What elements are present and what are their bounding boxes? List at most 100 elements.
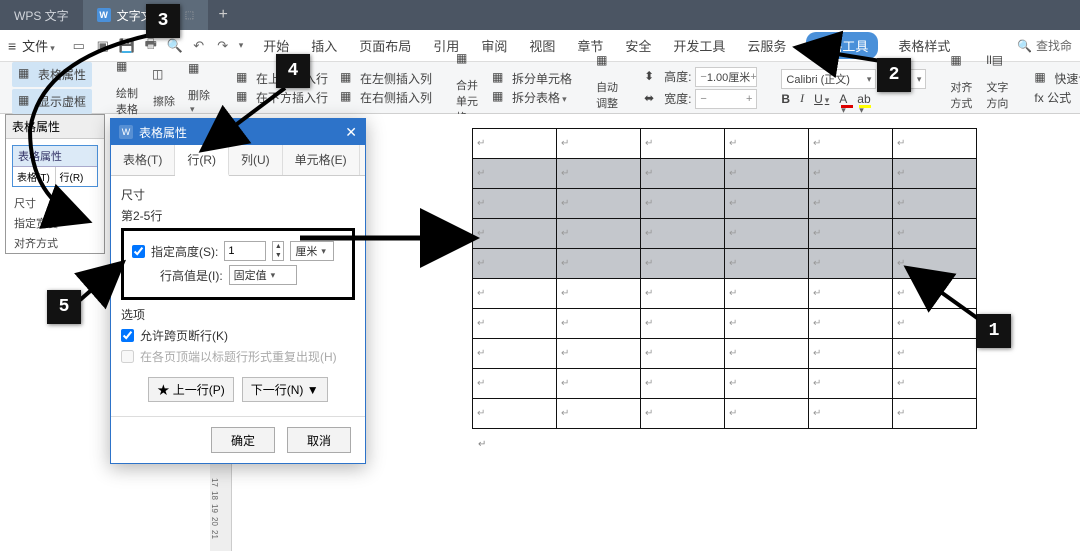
paragraph-mark: ↵ [478, 439, 486, 450]
dialog-titlebar[interactable]: W 表格属性 ✕ [111, 119, 365, 145]
fast-calc-button[interactable]: ▦快速计 [1034, 70, 1080, 87]
underline-button[interactable]: U [814, 92, 829, 106]
autofit-icon[interactable]: ▦ [596, 53, 620, 77]
undo-icon[interactable]: ↶ [191, 38, 207, 54]
annotation-3: 3 [146, 4, 180, 38]
table-row: ↵↵↵↵↵↵ [473, 219, 977, 249]
ribbon: ▦表格属性 ▦显示虚框 ▦ 绘制表格 ◫ 擦除 ▦ 删除 ▦在上方插入行 ▦在下… [0, 62, 1080, 114]
file-menu[interactable]: 文件 [22, 36, 55, 55]
eraser-icon[interactable]: ◫ [152, 67, 176, 91]
document-table[interactable]: ↵↵↵↵↵↵ ↵↵↵↵↵↵ ↵↵↵↵↵↵ ↵↵↵↵↵↵ ↵↵↵↵↵↵ ↵↵↵↵↵… [472, 128, 977, 429]
height-spinner[interactable]: ▲▼ [272, 241, 284, 261]
formula-button[interactable]: fx 公式 [1034, 89, 1080, 106]
font-family-select[interactable]: Calibri (正文)▾ [781, 69, 876, 89]
allow-break-label: 允许跨页断行(K) [140, 327, 228, 344]
side-panel: 表格属性 表格属性 表格(T) 行(R) 尺寸 指定宽度 对齐方式 [5, 114, 105, 254]
table-row: ↵↵↵↵↵↵ [473, 399, 977, 429]
cancel-button[interactable]: 取消 [287, 427, 351, 453]
delete-label[interactable]: 删除 [188, 87, 212, 115]
unit-select[interactable]: 厘米▾ [290, 241, 334, 261]
prev-row-button[interactable]: ★ 上一行(P) [148, 377, 233, 402]
table-body: ↵↵↵↵↵↵ ↵↵↵↵↵↵ ↵↵↵↵↵↵ ↵↵↵↵↵↵ ↵↵↵↵↵↵ ↵↵↵↵↵… [473, 129, 977, 429]
tab-table-tools[interactable]: 表格工具 [806, 32, 878, 59]
grid-icon: ▦ [18, 93, 34, 109]
font-color-button[interactable]: A [839, 92, 847, 106]
hamburger-icon[interactable]: ≡ [8, 38, 16, 54]
save-icon[interactable]: 💾 [119, 38, 135, 54]
new-tab-button[interactable]: + [208, 6, 238, 24]
text-dir-icon[interactable]: ll▤ [986, 53, 1010, 77]
table-properties-dialog: W 表格属性 ✕ 表格(T) 行(R) 列(U) 单元格(E) 尺寸 第2-5行… [110, 118, 366, 464]
qat-more-icon[interactable]: ▾ [239, 40, 244, 51]
close-icon[interactable]: ✕ [345, 124, 357, 141]
new-icon[interactable]: ▭ [71, 38, 87, 54]
split-table-button[interactable]: ▦拆分表格 [492, 89, 572, 106]
dlg-tab-table[interactable]: 表格(T) [111, 145, 175, 175]
print-icon[interactable]: 🖶 [143, 38, 159, 54]
annotation-5: 5 [47, 290, 81, 324]
insert-above-icon: ▦ [236, 70, 252, 86]
row-range-label: 第2-5行 [121, 207, 355, 224]
height-icon: ⬍ [644, 69, 660, 85]
erase-label: 擦除 [153, 93, 175, 109]
side-size-label: 尺寸 [6, 193, 104, 213]
next-row-button[interactable]: 下一行(N) ▼ [242, 377, 328, 402]
height-type-label: 行高值是(I): [160, 267, 223, 284]
height-input[interactable] [224, 241, 266, 261]
open-icon[interactable]: ▣ [95, 38, 111, 54]
app-tab[interactable]: WPS 文字 [0, 0, 83, 30]
merge-icon[interactable]: ▦ [456, 51, 480, 75]
side-tab-r[interactable]: 行(R) [56, 167, 98, 186]
search-command[interactable]: 🔍 查找命 [1017, 37, 1072, 54]
split-cells-icon: ▦ [492, 70, 508, 86]
table-props-icon: ▦ [18, 66, 34, 82]
calc-icon: ▦ [1034, 70, 1050, 86]
width-icon: ⬌ [644, 91, 660, 107]
side-tab-t[interactable]: 表格(T) [13, 167, 56, 186]
tab-security[interactable]: 安全 [623, 32, 653, 59]
tab-insert[interactable]: 插入 [309, 32, 339, 59]
tab-view[interactable]: 视图 [527, 32, 557, 59]
split-cells-button[interactable]: ▦拆分单元格 [492, 70, 572, 87]
split-table-icon: ▦ [492, 89, 508, 105]
delete-icon[interactable]: ▦ [188, 61, 212, 85]
preview-icon[interactable]: 🔍 [167, 38, 183, 54]
table-row: ↵↵↵↵↵↵ [473, 129, 977, 159]
side-sub-header: 表格属性 [13, 146, 97, 167]
align-icon[interactable]: ▦ [950, 53, 974, 77]
insert-right-button[interactable]: ▦在右侧插入列 [340, 89, 432, 106]
draw-table-icon[interactable]: ▦ [116, 59, 140, 83]
height-type-select[interactable]: 固定值▾ [229, 265, 297, 285]
draw-table-label: 绘制表格 [116, 85, 140, 117]
italic-button[interactable]: I [800, 91, 804, 106]
tab-devtools[interactable]: 开发工具 [671, 32, 727, 59]
annotation-2: 2 [877, 58, 911, 92]
bold-button[interactable]: B [781, 92, 790, 106]
annotation-4: 4 [276, 54, 310, 88]
col-width-control: ⬌ 宽度: − + [644, 89, 757, 109]
search-icon: 🔍 [1017, 39, 1032, 53]
insert-below-button[interactable]: ▦在下方插入行 [236, 89, 328, 106]
tab-table-style[interactable]: 表格样式 [896, 32, 952, 59]
height-value[interactable]: 1.00厘米 [707, 69, 750, 85]
allow-break-checkbox[interactable] [121, 329, 134, 342]
tab-layout[interactable]: 页面布局 [357, 32, 413, 59]
insert-left-button[interactable]: ▦在左侧插入列 [340, 70, 432, 87]
spec-height-checkbox[interactable] [132, 245, 145, 258]
dlg-tab-cell[interactable]: 单元格(E) [283, 145, 360, 175]
highlighted-settings: 指定高度(S): ▲▼ 厘米▾ 行高值是(I): 固定值▾ [121, 228, 355, 300]
size-section-label: 尺寸 [121, 186, 355, 203]
dlg-tab-row[interactable]: 行(R) [175, 145, 229, 176]
dlg-tab-column[interactable]: 列(U) [229, 145, 283, 175]
ok-button[interactable]: 确定 [211, 427, 275, 453]
quick-access-toolbar: ▭ ▣ 💾 🖶 🔍 ↶ ↷ ▾ [65, 38, 250, 54]
table-properties-button[interactable]: ▦表格属性 [12, 62, 92, 87]
dialog-title: 表格属性 [139, 124, 187, 141]
tab-status-icon: ⬚ [185, 10, 194, 21]
redo-icon[interactable]: ↷ [215, 38, 231, 54]
tab-cloud[interactable]: 云服务 [745, 32, 788, 59]
show-grid-button[interactable]: ▦显示虚框 [12, 89, 92, 114]
spec-height-label: 指定高度(S): [151, 243, 218, 260]
highlight-color-button[interactable]: ab [857, 92, 870, 106]
options-section-label: 选项 [121, 306, 355, 323]
